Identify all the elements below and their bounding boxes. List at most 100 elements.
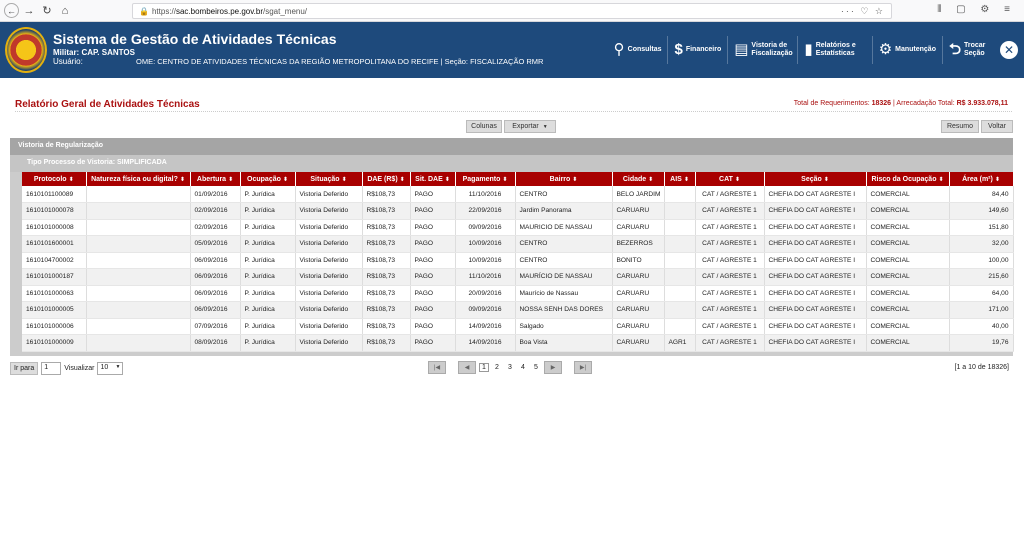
- table-cell: Boa Vista: [515, 334, 613, 352]
- table-cell: CAT / AGRESTE 1: [695, 235, 765, 253]
- chevron-down-icon: ▼: [115, 363, 121, 370]
- browser-menu-icons[interactable]: ⫴ ▢ ⚙ ≡: [937, 4, 1016, 15]
- nav-relatorios[interactable]: ▮ Relatórios e Estatísticas: [797, 36, 871, 64]
- table-cell: P. Jurídica: [240, 252, 296, 269]
- table-cell: CAT / AGRESTE 1: [695, 318, 765, 335]
- column-header[interactable]: Protocolo ⬍: [22, 172, 87, 186]
- table-cell: 02/09/2016: [190, 202, 241, 220]
- goto-button[interactable]: Ir para: [10, 361, 39, 375]
- table-row[interactable]: 1610101000005 06/09/2016 P. Jurídica Vistor…: [22, 301, 1014, 319]
- nav-manutencao[interactable]: ⚙ Manutenção: [871, 36, 942, 64]
- resumo-button[interactable]: Resumo: [941, 120, 979, 133]
- column-header[interactable]: Abertura ⬍: [190, 172, 241, 186]
- column-header[interactable]: Pagamento ⬍: [455, 172, 516, 186]
- column-header[interactable]: Situação ⬍: [295, 172, 363, 186]
- table-row[interactable]: 1610101000063 06/09/2016 P. Jurídica Vistor…: [22, 285, 1014, 302]
- table-row[interactable]: 1610101100089 01/09/2016 P. Jurídica Vistor…: [22, 186, 1014, 203]
- column-header[interactable]: Sit. DAE ⬍: [410, 172, 456, 186]
- report-table: Protocolo ⬍ Natureza física ou digital? ⬍ Ab…: [22, 172, 1014, 352]
- column-header[interactable]: AIS ⬍: [664, 172, 696, 186]
- column-header[interactable]: Ocupação ⬍: [240, 172, 296, 186]
- table-cell: Vistoria Deferido: [295, 268, 363, 286]
- page-5[interactable]: 5: [531, 364, 541, 371]
- table-cell: CAT / AGRESTE 1: [695, 219, 765, 236]
- table-row[interactable]: 1610101000008 02/09/2016 P. Jurídica Vistor…: [22, 219, 1014, 236]
- page-2[interactable]: 2: [492, 364, 502, 371]
- table-cell: PAGO: [410, 285, 456, 302]
- table-row[interactable]: 1610101000006 07/09/2016 P. Jurídica Vistor…: [22, 318, 1014, 335]
- table-row[interactable]: 1610101600001 05/09/2016 P. Jurídica Vistor…: [22, 235, 1014, 253]
- table-cell: 09/09/2016: [455, 219, 516, 236]
- nav-financeiro[interactable]: $ Financeiro: [667, 36, 727, 64]
- colunas-button[interactable]: Colunas: [466, 120, 502, 133]
- table-row[interactable]: 1610101000187 06/09/2016 P. Jurídica Vistor…: [22, 268, 1014, 286]
- table-row[interactable]: 1610104700002 06/09/2016 P. Jurídica Vistor…: [22, 252, 1014, 269]
- user-label: Usuário:: [53, 57, 83, 66]
- forward-icon[interactable]: →: [21, 3, 37, 19]
- goto-input[interactable]: 1: [41, 361, 62, 375]
- page-size-select[interactable]: 10 ▼: [97, 361, 124, 375]
- app-title: Sistema de Gestão de Atividades Técnicas: [53, 31, 337, 47]
- table-cell: COMERCIAL: [866, 202, 950, 220]
- table-cell: R$108,73: [362, 268, 411, 286]
- column-header[interactable]: Área (m²) ⬍: [949, 172, 1014, 186]
- nav-trocar-secao[interactable]: ⮌ Trocar Seção: [941, 36, 994, 64]
- table-cell: 19,76: [949, 334, 1014, 352]
- prev-page-icon[interactable]: ◀: [458, 361, 476, 374]
- table-cell: CHEFIA DO CAT AGRESTE I: [764, 285, 867, 302]
- home-icon[interactable]: ⌂: [57, 3, 73, 19]
- military-name: Militar: CAP. SANTOS: [53, 48, 135, 57]
- table-row[interactable]: 1610101000078 02/09/2016 P. Jurídica Vistor…: [22, 202, 1014, 220]
- column-header[interactable]: Risco da Ocupação ⬍: [866, 172, 950, 186]
- table-cell: [664, 235, 696, 253]
- table-cell: 1610101000187: [22, 268, 87, 286]
- table-cell: COMERCIAL: [866, 301, 950, 319]
- column-header[interactable]: Seção ⬍: [764, 172, 867, 186]
- page-buttons: |◀ ◀ 1 2 3 4 5 ▶ ▶|: [428, 361, 592, 374]
- table-cell: 14/09/2016: [455, 334, 516, 352]
- nav-vistoria[interactable]: ▤ Vistoria de Fiscalização: [727, 36, 797, 64]
- table-cell: P. Jurídica: [240, 186, 296, 203]
- first-page-icon[interactable]: |◀: [428, 361, 446, 374]
- exportar-button[interactable]: Exportar ▼: [504, 120, 556, 133]
- reload-icon[interactable]: ↻: [39, 3, 55, 19]
- column-header[interactable]: Bairro ⬍: [515, 172, 613, 186]
- column-header[interactable]: Cidade ⬍: [612, 172, 665, 186]
- table-cell: Vistoria Deferido: [295, 285, 363, 302]
- table-cell: 1610101000009: [22, 334, 87, 352]
- table-cell: CENTRO: [515, 252, 613, 269]
- table-cell: 05/09/2016: [190, 235, 241, 253]
- table-row[interactable]: 1610101000009 08/09/2016 P. Jurídica Vistor…: [22, 334, 1014, 352]
- table-cell: Vistoria Deferido: [295, 219, 363, 236]
- page-4[interactable]: 4: [518, 364, 528, 371]
- table-cell: [86, 334, 191, 352]
- page-actions-icon[interactable]: ··· ♡ ☆: [841, 6, 885, 17]
- table-cell: 1610101000078: [22, 202, 87, 220]
- nav-consultas[interactable]: ⚲ Consultas: [608, 36, 668, 64]
- table-cell: 171,00: [949, 301, 1014, 319]
- column-header[interactable]: Natureza física ou digital? ⬍: [86, 172, 191, 186]
- table-cell: CARUARU: [612, 202, 665, 220]
- table-cell: CARUARU: [612, 285, 665, 302]
- column-header[interactable]: CAT ⬍: [695, 172, 765, 186]
- page-1[interactable]: 1: [479, 363, 489, 372]
- voltar-button[interactable]: Voltar: [981, 120, 1013, 133]
- page-3[interactable]: 3: [505, 364, 515, 371]
- table-cell: [664, 186, 696, 203]
- next-page-icon[interactable]: ▶: [544, 361, 562, 374]
- sort-icon: ⬍: [683, 176, 689, 183]
- table-cell: [664, 301, 696, 319]
- table-cell: 1610101000063: [22, 285, 87, 302]
- last-page-icon[interactable]: ▶|: [574, 361, 592, 374]
- table-cell: CAT / AGRESTE 1: [695, 186, 765, 203]
- table-cell: [664, 268, 696, 286]
- table-cell: COMERCIAL: [866, 334, 950, 352]
- column-header[interactable]: DAE (R$) ⬍: [362, 172, 411, 186]
- sort-icon: ⬍: [502, 176, 508, 183]
- url-bar[interactable]: 🔒 https:// sac.bombeiros.pe.gov.br /sgat…: [132, 3, 892, 19]
- grid-caption: Vistoria de Regularização: [10, 138, 1013, 155]
- table-cell: [86, 268, 191, 286]
- table-cell: COMERCIAL: [866, 186, 950, 203]
- close-icon[interactable]: ✕: [1000, 41, 1018, 59]
- back-icon[interactable]: ←: [4, 3, 19, 18]
